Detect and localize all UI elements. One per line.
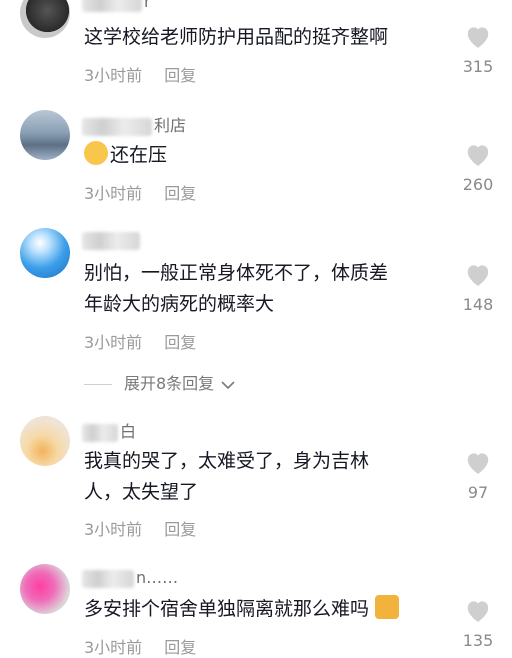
like-button[interactable]: 148 xyxy=(456,262,500,314)
heart-icon xyxy=(467,27,489,48)
comment-meta: 3小时前 回复 xyxy=(84,634,196,658)
reply-button[interactable]: 回复 xyxy=(164,184,196,203)
comment-meta: 3小时前 回复 xyxy=(84,516,196,540)
avatar[interactable] xyxy=(20,110,70,160)
comment-text: 这学校给老师防护用品配的挺齐整啊 xyxy=(84,26,389,48)
like-button[interactable]: 97 xyxy=(456,450,500,502)
cat-emoji xyxy=(375,595,400,619)
like-button[interactable]: 315 xyxy=(456,24,500,76)
timestamp: 3小时前 xyxy=(84,66,143,85)
reply-button[interactable]: 回复 xyxy=(164,638,196,657)
comment-text: 我真的哭了，太难受了，身为吉林 人，太失望了 xyxy=(84,450,370,503)
heart-icon xyxy=(467,265,489,286)
reply-button[interactable]: 回复 xyxy=(164,333,196,352)
comment-meta: 3小时前 回复 xyxy=(84,62,196,86)
timestamp: 3小时前 xyxy=(84,184,143,203)
avatar[interactable] xyxy=(20,564,70,614)
blurred-name xyxy=(82,423,118,442)
comment-meta: 3小时前 回复 xyxy=(84,180,196,204)
reply-button[interactable]: 回复 xyxy=(164,520,196,539)
comment-text: 别怕，一般正常身体死不了，体质差 年龄大的病死的概率大 xyxy=(84,262,389,315)
avatar[interactable] xyxy=(20,0,70,38)
timestamp: 3小时前 xyxy=(84,333,143,352)
username[interactable]: r xyxy=(82,0,151,12)
expand-replies-button[interactable]: 展开8条回复 xyxy=(84,370,235,394)
chevron-down-icon xyxy=(221,380,235,389)
avatar[interactable] xyxy=(20,416,70,466)
like-count: 148 xyxy=(462,295,494,314)
heart-icon xyxy=(467,601,489,622)
username[interactable]: n…… xyxy=(82,568,178,588)
comment-text: 还在压 xyxy=(84,140,167,171)
blurred-name xyxy=(82,231,140,250)
avatar[interactable] xyxy=(20,228,70,278)
comment-meta: 3小时前 回复 xyxy=(84,329,196,353)
heart-icon xyxy=(467,453,489,474)
like-count: 260 xyxy=(462,175,494,194)
timestamp: 3小时前 xyxy=(84,638,143,657)
divider xyxy=(84,384,112,385)
like-button[interactable]: 260 xyxy=(456,142,500,194)
blurred-name xyxy=(82,117,152,136)
username[interactable]: 利店 xyxy=(82,112,186,136)
like-count: 97 xyxy=(467,483,489,502)
reply-button[interactable]: 回复 xyxy=(164,66,196,85)
blurred-name xyxy=(82,569,134,588)
username[interactable]: 白 xyxy=(82,418,136,442)
like-count: 315 xyxy=(462,57,494,76)
timestamp: 3小时前 xyxy=(84,520,143,539)
heart-icon xyxy=(467,145,489,166)
comment-text: 多安排个宿舍单独隔离就那么难吗 xyxy=(84,594,401,625)
like-count: 135 xyxy=(462,631,494,650)
blurred-name xyxy=(82,0,142,12)
like-button[interactable]: 135 xyxy=(456,598,500,650)
username[interactable] xyxy=(82,230,142,250)
grinning-sweat-emoji xyxy=(84,141,108,165)
